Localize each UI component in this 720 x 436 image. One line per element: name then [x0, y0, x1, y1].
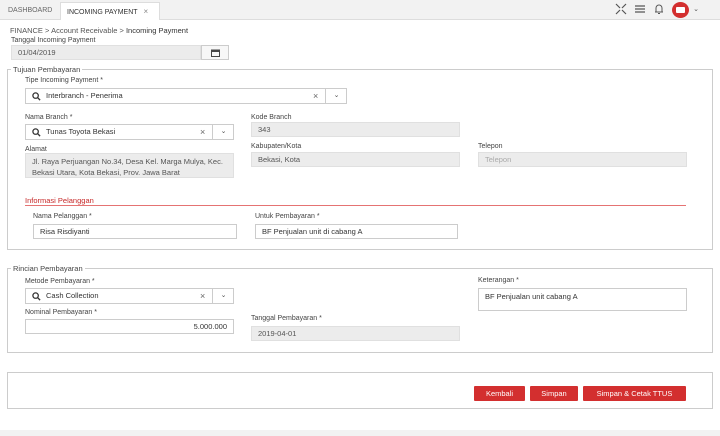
- expand-icon[interactable]: [614, 3, 628, 17]
- search-icon: [32, 292, 41, 301]
- kembali-button[interactable]: Kembali: [474, 386, 525, 401]
- alamat-field: Jl. Raya Perjuangan No.34, Desa Kel. Mar…: [25, 153, 234, 178]
- calendar-button[interactable]: [201, 45, 229, 60]
- tanggal-pembayaran-label: Tanggal Pembayaran *: [251, 315, 322, 322]
- nama-branch-label: Nama Branch *: [25, 114, 73, 121]
- metode-pembayaran-value: Cash Collection: [46, 291, 99, 300]
- rincian-pembayaran-legend: Rincian Pembayaran: [11, 264, 85, 273]
- bottom-scrollbar[interactable]: [0, 430, 720, 436]
- nominal-pembayaran-field[interactable]: 5.000.000: [25, 319, 234, 334]
- chevron-down-icon[interactable]: ⌄: [689, 3, 703, 17]
- simpan-cetak-button[interactable]: Simpan & Cetak TTUS: [583, 386, 686, 401]
- chevron-down-icon[interactable]: ⌄: [212, 289, 234, 303]
- top-bar: DASHBOARD INCOMING PAYMENT × ⌄: [0, 0, 720, 20]
- nama-branch-value: Tunas Toyota Bekasi: [46, 127, 116, 136]
- nama-pelanggan-field[interactable]: Risa Risdiyanti: [33, 224, 237, 239]
- simpan-button[interactable]: Simpan: [530, 386, 578, 401]
- chevron-down-icon[interactable]: ⌄: [212, 125, 234, 139]
- telepon-field[interactable]: Telepon: [478, 152, 687, 167]
- avatar[interactable]: [672, 2, 689, 18]
- calendar-icon: [211, 49, 220, 57]
- kode-branch-field: 343: [251, 122, 460, 137]
- tab-incoming-payment-label: INCOMING PAYMENT: [67, 9, 138, 16]
- breadcrumb-finance[interactable]: FINANCE: [10, 26, 43, 35]
- tanggal-incoming-label: Tanggal Incoming Payment: [11, 37, 96, 44]
- tipe-incoming-select[interactable]: Interbranch - Penerima × ⌄: [25, 88, 347, 104]
- nama-branch-select[interactable]: Tunas Toyota Bekasi × ⌄: [25, 124, 234, 140]
- tanggal-incoming-field[interactable]: 01/04/2019: [11, 45, 201, 60]
- tipe-incoming-label: Tipe Incoming Payment *: [25, 77, 103, 84]
- close-icon[interactable]: ×: [144, 7, 149, 16]
- chevron-down-icon[interactable]: ⌄: [325, 89, 347, 103]
- bell-icon[interactable]: [652, 3, 666, 17]
- metode-pembayaran-label: Metode Pembayaran *: [25, 278, 95, 285]
- informasi-pelanggan-heading: Informasi Pelanggan: [25, 196, 94, 205]
- kabupaten-field: Bekasi, Kota: [251, 152, 460, 167]
- untuk-pembayaran-label: Untuk Pembayaran *: [255, 213, 320, 220]
- breadcrumb-account-receivable[interactable]: Account Receivable: [51, 26, 117, 35]
- clear-icon[interactable]: ×: [313, 89, 318, 103]
- metode-pembayaran-select[interactable]: Cash Collection × ⌄: [25, 288, 234, 304]
- keterangan-label: Keterangan *: [478, 277, 519, 284]
- tab-incoming-payment[interactable]: INCOMING PAYMENT ×: [60, 2, 160, 20]
- alamat-label: Alamat: [25, 146, 47, 153]
- tujuan-pembayaran-legend: Tujuan Pembayaran: [11, 65, 83, 74]
- menu-icon[interactable]: [633, 3, 647, 17]
- tab-dashboard-label: DASHBOARD: [8, 7, 53, 14]
- untuk-pembayaran-field[interactable]: BF Penjualan unit di cabang A: [255, 224, 458, 239]
- breadcrumb-separator: >: [45, 26, 50, 35]
- breadcrumb-separator: >: [119, 26, 124, 35]
- tab-dashboard[interactable]: DASHBOARD: [2, 2, 58, 20]
- search-icon: [32, 92, 41, 101]
- tipe-incoming-value: Interbranch - Penerima: [46, 91, 123, 100]
- search-icon: [32, 128, 41, 137]
- section-divider: [25, 205, 686, 206]
- keterangan-field[interactable]: BF Penjualan unit cabang A: [478, 288, 687, 311]
- telepon-label: Telepon: [478, 143, 503, 150]
- breadcrumb-current: Incoming Payment: [125, 26, 189, 35]
- kode-branch-label: Kode Branch: [251, 114, 292, 121]
- nominal-pembayaran-label: Nominal Pembayaran *: [25, 309, 97, 316]
- kabupaten-label: Kabupaten/Kota: [251, 143, 302, 150]
- clear-icon[interactable]: ×: [200, 125, 205, 139]
- breadcrumb: FINANCE > Account Receivable > Incoming …: [10, 26, 188, 35]
- nama-pelanggan-label: Nama Pelanggan *: [33, 213, 92, 220]
- clear-icon[interactable]: ×: [200, 289, 205, 303]
- tanggal-pembayaran-field: 2019-04-01: [251, 326, 460, 341]
